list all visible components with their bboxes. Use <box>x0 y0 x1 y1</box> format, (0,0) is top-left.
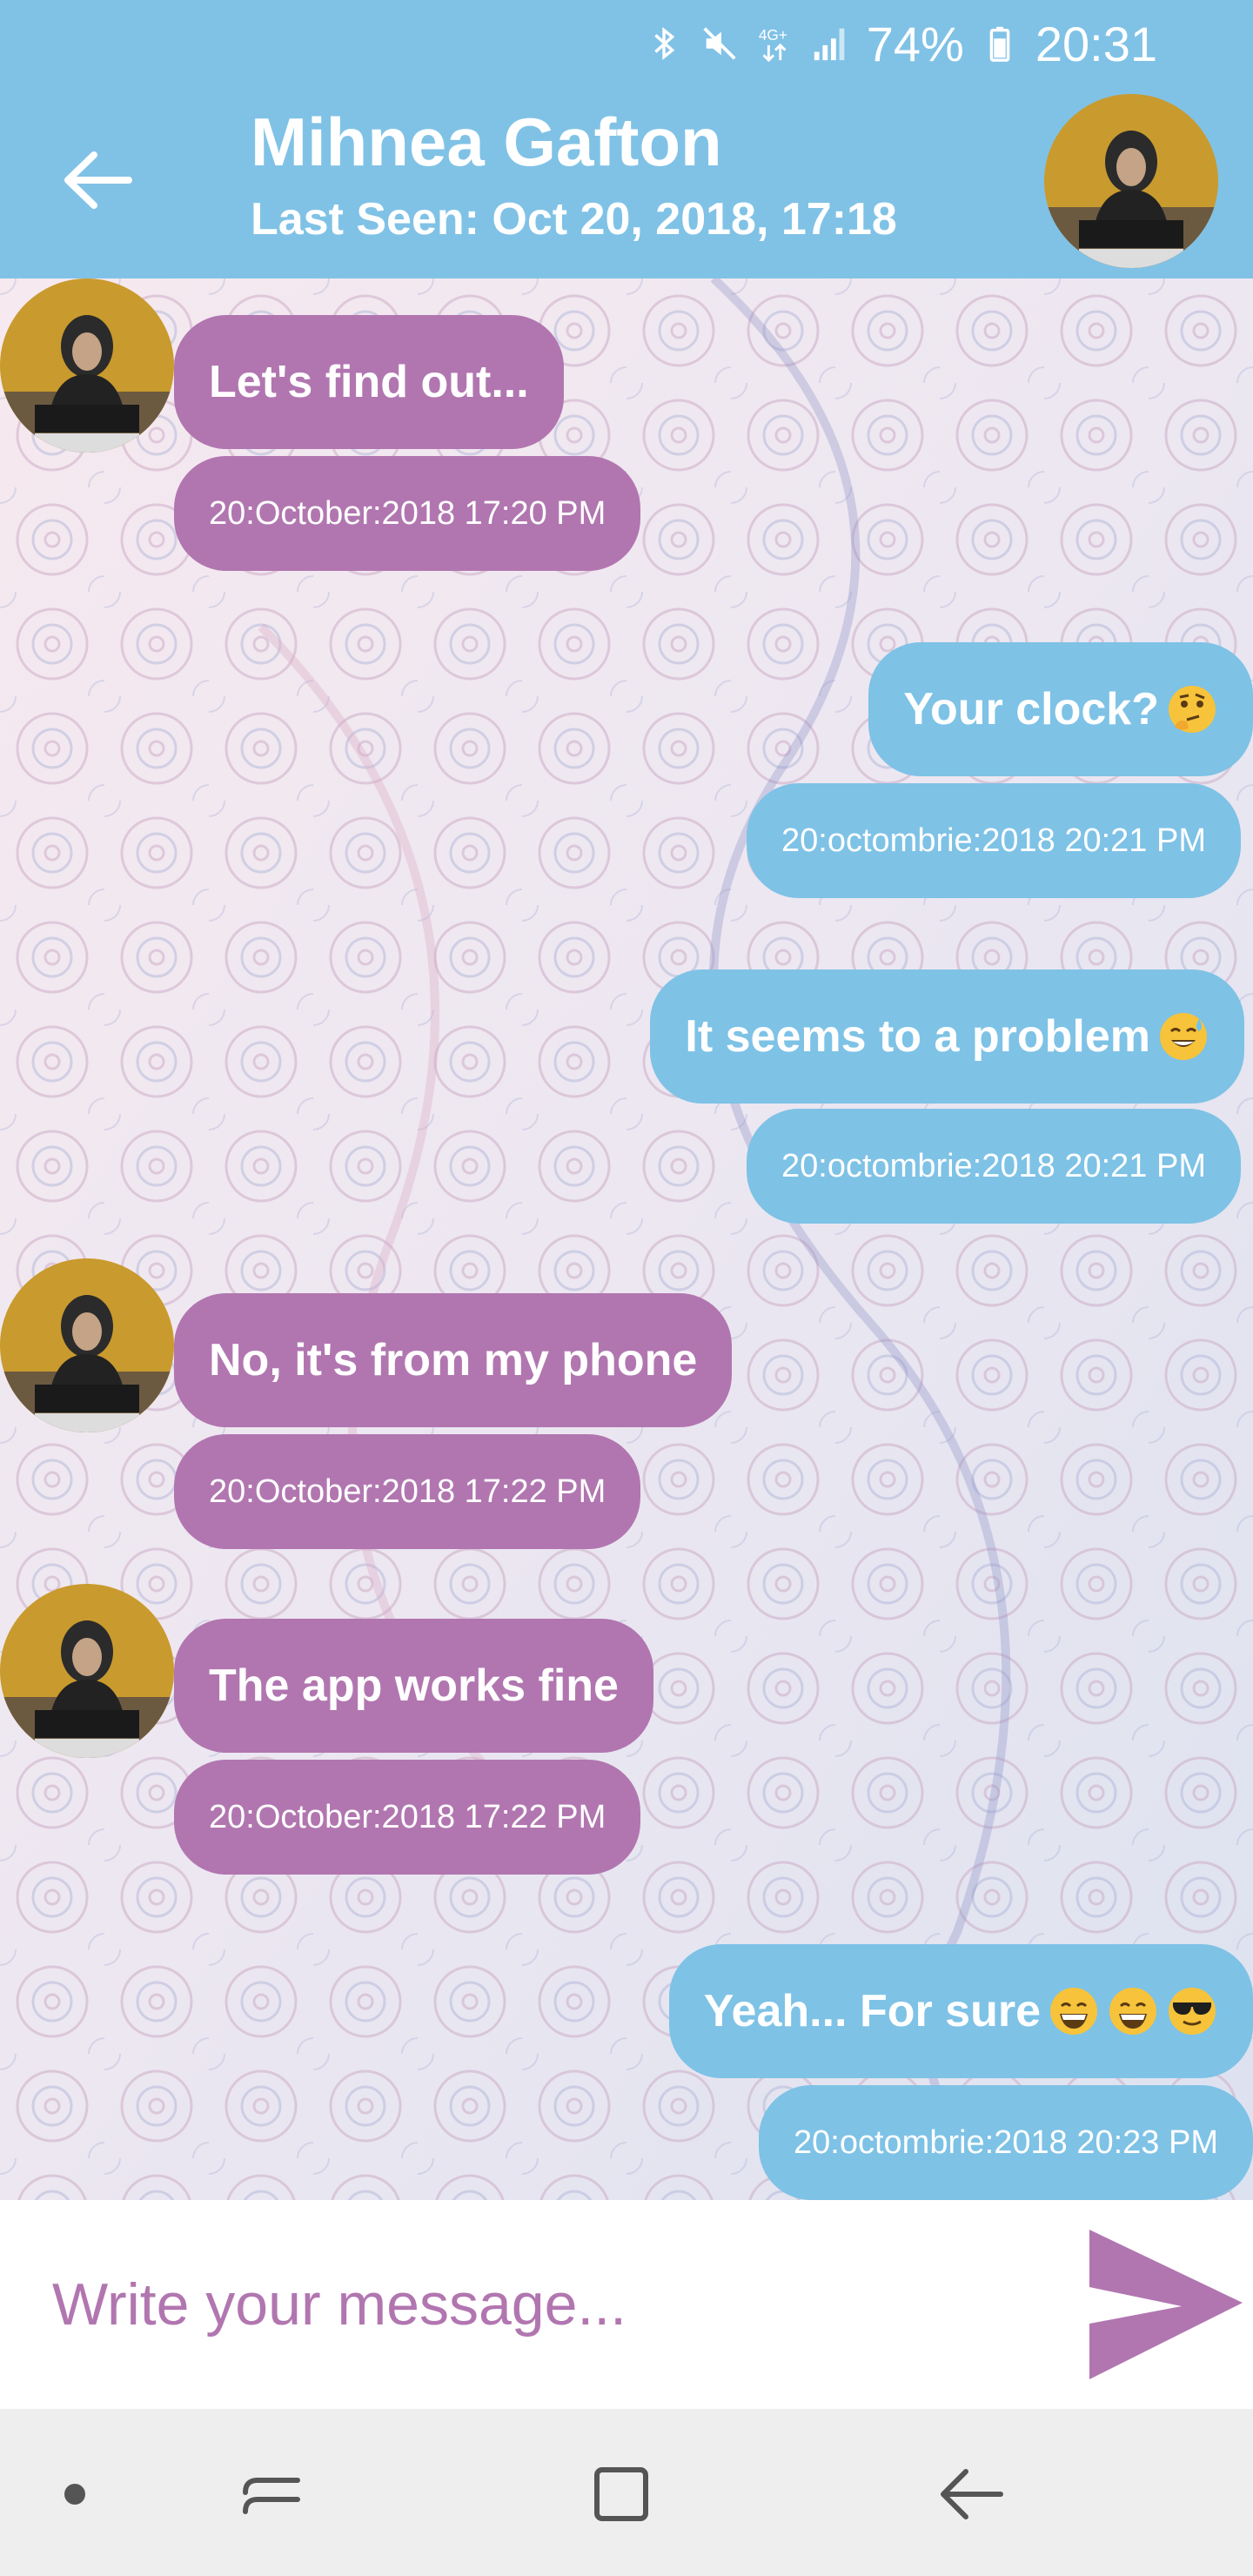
message-timestamp: 20:October:2018 17:22 PM <box>174 1760 641 1875</box>
message-bubble-outgoing[interactable]: It seems to a problem <box>650 969 1244 1104</box>
recents-icon[interactable] <box>235 2458 308 2531</box>
network-4g-icon: 4G+ <box>759 26 787 63</box>
svg-text:4G+: 4G+ <box>759 26 787 44</box>
thinking-emoji-icon <box>1169 686 1216 733</box>
timestamp-text: 20:octombrie:2018 20:21 PM <box>781 1147 1206 1184</box>
sender-avatar[interactable] <box>0 1584 174 1758</box>
message-bubble-incoming[interactable]: No, it's from my phone <box>174 1293 733 1427</box>
paisley-background <box>0 278 1253 2200</box>
message-composer <box>0 2200 1253 2409</box>
message-bubble-outgoing[interactable]: Your clock? <box>868 642 1253 776</box>
sender-avatar[interactable] <box>0 1258 174 1432</box>
grin-emoji-icon <box>1109 1988 1156 2035</box>
mute-icon <box>703 27 736 60</box>
dot-icon[interactable] <box>38 2458 111 2531</box>
message-text: The app works fine <box>209 1660 619 1711</box>
contact-avatar[interactable] <box>1044 94 1218 268</box>
timestamp-text: 20:octombrie:2018 20:23 PM <box>794 2123 1218 2161</box>
home-icon[interactable] <box>585 2458 658 2531</box>
signal-icon <box>814 28 845 61</box>
battery-percent: 74% <box>866 16 964 71</box>
bluetooth-icon <box>654 27 675 60</box>
system-nav-bar <box>0 2409 1253 2576</box>
message-timestamp: 20:octombrie:2018 20:23 PM <box>759 2085 1253 2200</box>
message-text: Let's find out... <box>209 357 529 407</box>
message-text: Your clock? <box>903 684 1159 735</box>
chat-area[interactable]: Let's find out... 20:October:2018 17:20 … <box>0 278 1253 2200</box>
timestamp-text: 20:October:2018 17:22 PM <box>209 1472 606 1510</box>
message-timestamp: 20:October:2018 17:22 PM <box>174 1434 641 1549</box>
last-seen-text: Last Seen: Oct 20, 2018, 17:18 <box>251 194 897 245</box>
timestamp-text: 20:October:2018 17:20 PM <box>209 494 606 532</box>
timestamp-text: 20:October:2018 17:22 PM <box>209 1798 606 1835</box>
timestamp-text: 20:octombrie:2018 20:21 PM <box>781 822 1206 859</box>
message-text: It seems to a problem <box>685 1011 1150 1062</box>
message-timestamp: 20:octombrie:2018 20:21 PM <box>747 783 1241 898</box>
back-icon[interactable] <box>935 2458 1008 2531</box>
battery-icon <box>989 26 1010 62</box>
status-bar: 4G+ 74% 20:31 <box>644 12 1157 75</box>
app-header: 4G+ 74% 20:31 Mihnea Gafton Last Seen: O… <box>0 0 1253 278</box>
grin-emoji-icon <box>1050 1988 1097 2035</box>
message-bubble-outgoing[interactable]: Yeah... For sure <box>668 1944 1253 2078</box>
status-time: 20:31 <box>1035 16 1157 71</box>
message-timestamp: 20:October:2018 17:20 PM <box>174 456 641 571</box>
sweat-smile-emoji-icon <box>1160 1013 1207 1060</box>
back-arrow-icon[interactable] <box>61 148 134 212</box>
message-bubble-incoming[interactable]: The app works fine <box>174 1619 653 1753</box>
send-icon[interactable] <box>1086 2226 1246 2385</box>
message-text: No, it's from my phone <box>209 1335 698 1385</box>
contact-name[interactable]: Mihnea Gafton <box>251 103 722 182</box>
message-bubble-incoming[interactable]: Let's find out... <box>174 315 564 449</box>
sender-avatar[interactable] <box>0 278 174 453</box>
sunglasses-emoji-icon <box>1169 1988 1216 2035</box>
message-timestamp: 20:octombrie:2018 20:21 PM <box>747 1109 1241 1224</box>
message-text: Yeah... For sure <box>703 1986 1041 2036</box>
message-input[interactable] <box>52 2252 1027 2357</box>
